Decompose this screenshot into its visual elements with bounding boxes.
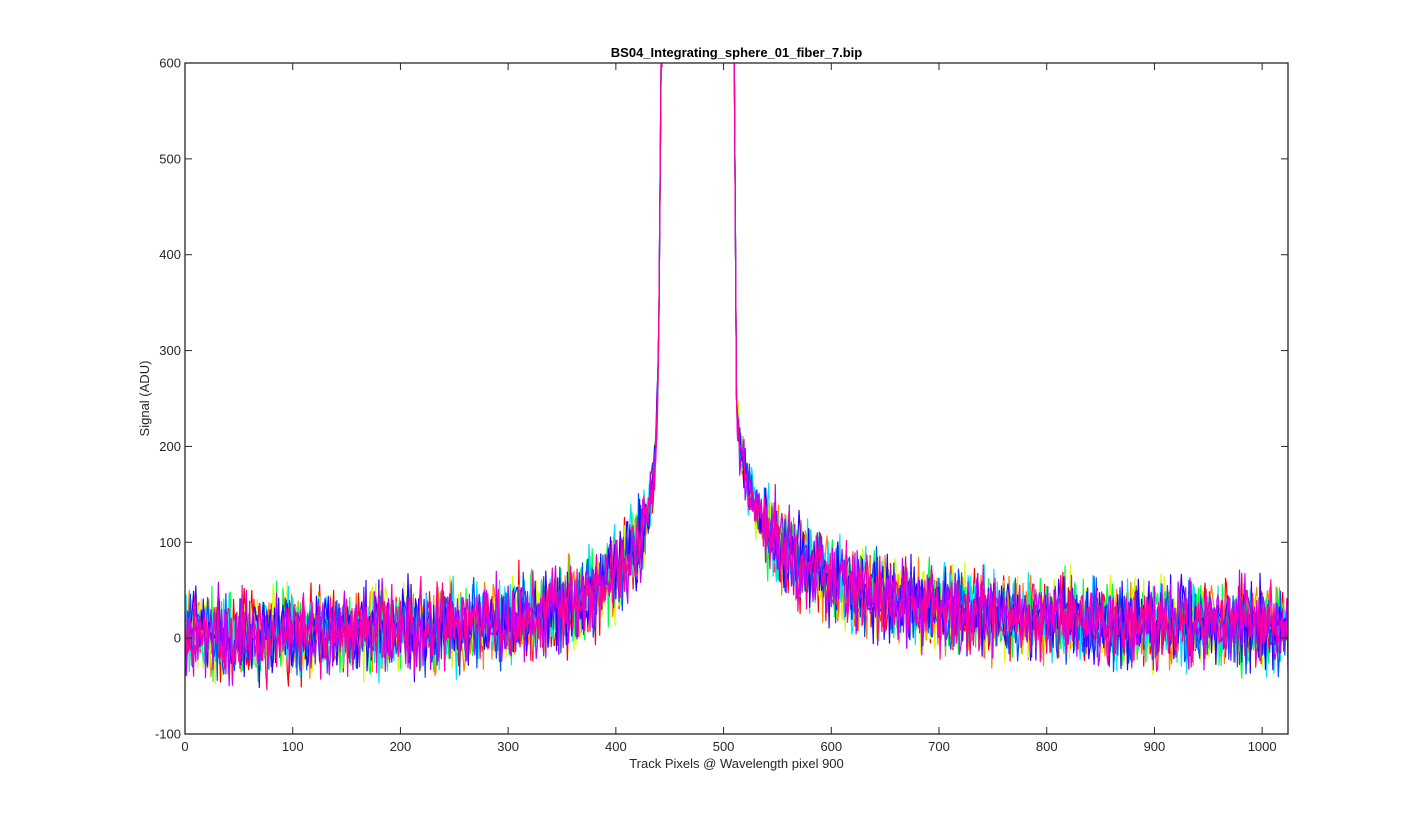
x-tick-label: 900: [1144, 739, 1166, 754]
x-tick-label: 1000: [1248, 739, 1277, 754]
y-tick-label: 100: [159, 535, 181, 550]
y-tick-label: 200: [159, 439, 181, 454]
y-tick-label: 300: [159, 343, 181, 358]
x-tick-label: 0: [181, 739, 188, 754]
x-tick-label: 400: [605, 739, 627, 754]
y-tick-label: 600: [159, 56, 181, 71]
y-tick-label: -100: [155, 727, 181, 742]
x-tick-label: 200: [390, 739, 412, 754]
figure: 0 100 200 300 400 500 600 700 800 900 1000 -100 0 100…: [0, 0, 1425, 825]
x-tick-label: 700: [928, 739, 950, 754]
x-tick-label: 500: [713, 739, 735, 754]
y-tick-label: 500: [159, 151, 181, 166]
line-chart: 0 100 200 300 400 500 600 700 800 900 1000-1000100…: [0, 0, 1425, 825]
chart-title: BS04_Integrating_sphere_01_fiber_7.bip: [611, 45, 862, 60]
y-axis-label: Signal (ADU): [137, 361, 152, 437]
x-tick-label: 800: [1036, 739, 1058, 754]
x-tick-label: 300: [497, 739, 519, 754]
x-tick-label: 600: [820, 739, 842, 754]
x-tick-label: 100: [282, 739, 304, 754]
y-tick-label: 400: [159, 247, 181, 262]
y-tick-label: 0: [174, 631, 181, 646]
x-axis-label: Track Pixels @ Wavelength pixel 900: [629, 756, 844, 771]
